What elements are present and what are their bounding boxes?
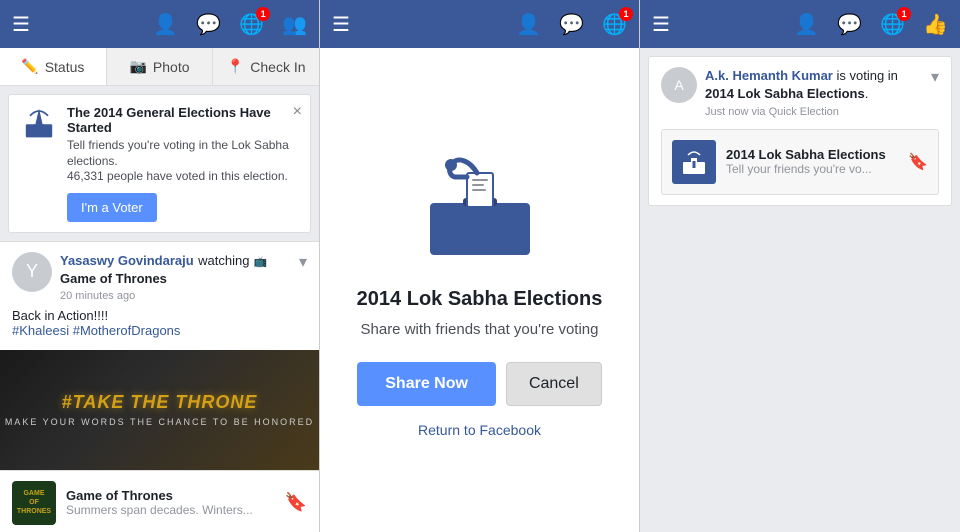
notif-time: Just now via Quick Election xyxy=(705,105,923,120)
hamburger-icon-center[interactable]: ☰ xyxy=(332,12,350,37)
bookmark-icon[interactable]: 🔖 xyxy=(285,492,307,513)
election-notif-title: 2014 Lok Sabha Elections xyxy=(726,147,886,162)
center-title: 2014 Lok Sabha Elections xyxy=(357,288,603,311)
action-bar: ✏️ Status 📷 Photo 📍 Check In xyxy=(0,48,319,86)
center-subtitle: Share with friends that you're voting xyxy=(361,321,599,338)
messenger-icon[interactable]: 💬 xyxy=(196,12,221,37)
notif-username[interactable]: A.k. Hemanth Kumar xyxy=(705,68,833,83)
people-icon[interactable]: 👥 xyxy=(282,12,307,37)
center-content: 2014 Lok Sabha Elections Share with frie… xyxy=(320,48,639,532)
checkin-label: Check In xyxy=(250,59,305,75)
got-thumb-text: GAMEOFTHRONES xyxy=(17,489,51,516)
right-panel: ☰ 👤 💬 🌐 1 👍 A A.k. Hemanth Kumar is voti… xyxy=(640,0,960,532)
globe-icon-c[interactable]: 🌐 1 xyxy=(602,12,627,37)
checkin-button[interactable]: 📍 Check In xyxy=(213,48,319,85)
nav-icons-right: 👤 💬 🌐 1 👥 xyxy=(153,12,307,37)
hamburger-icon-right[interactable]: ☰ xyxy=(652,12,670,37)
friends-icon[interactable]: 👤 xyxy=(153,12,178,37)
post-meta: Yasaswy Govindaraju watching 📺 Game of T… xyxy=(60,252,291,302)
edit-icon: ✏️ xyxy=(21,58,38,75)
nav-icons-center: 👤 💬 🌐 1 xyxy=(516,12,627,37)
voter-button[interactable]: I'm a Voter xyxy=(67,193,157,222)
got-card-desc: Summers span decades. Winters... xyxy=(66,503,253,517)
share-now-button[interactable]: Share Now xyxy=(357,362,496,406)
camera-icon: 📷 xyxy=(129,58,146,75)
post-body-line2: #Khaleesi #MotherofDragons xyxy=(12,323,307,338)
notif-header: A A.k. Hemanth Kumar is voting in 2014 L… xyxy=(661,67,939,121)
got-image: #TAKE THE THRONE MAKE YOUR WORDS THE CHA… xyxy=(0,350,319,470)
cancel-button[interactable]: Cancel xyxy=(506,362,602,406)
friends-icon-r[interactable]: 👤 xyxy=(794,12,819,37)
left-panel: ☰ 👤 💬 🌐 1 👥 ✏️ Status 📷 Photo 📍 Check In xyxy=(0,0,320,532)
notif-text: A.k. Hemanth Kumar is voting in 2014 Lok… xyxy=(705,67,923,121)
post-time: 20 minutes ago xyxy=(60,290,291,302)
notif-bookmark-icon[interactable]: 🔖 xyxy=(908,152,928,172)
hamburger-icon[interactable]: ☰ xyxy=(12,12,30,37)
election-notif-desc: Tell your friends you're vo... xyxy=(726,162,886,176)
post-card: Y Yasaswy Govindaraju watching 📺 Game of… xyxy=(0,241,319,532)
hashtag2[interactable]: #MotherofDragons xyxy=(73,323,181,338)
globe-badge: 1 xyxy=(256,7,270,21)
globe-badge-r: 1 xyxy=(897,7,911,21)
globe-icon[interactable]: 🌐 1 xyxy=(239,12,264,37)
status-label: Status xyxy=(45,59,85,75)
election-banner-title: The 2014 General Elections Have Started xyxy=(67,105,298,135)
got-thumbnail: GAMEOFTHRONES xyxy=(12,481,56,525)
messenger-icon-c[interactable]: 💬 xyxy=(559,12,584,37)
photo-button[interactable]: 📷 Photo xyxy=(107,48,214,85)
globe-icon-r[interactable]: 🌐 1 xyxy=(880,12,905,37)
notif-avatar: A xyxy=(661,67,697,103)
messenger-icon-r[interactable]: 💬 xyxy=(837,12,862,37)
nav-icons-right2: 👤 💬 🌐 1 👍 xyxy=(794,12,948,37)
post-watching-text: watching xyxy=(198,253,249,268)
election-banner: The 2014 General Elections Have Started … xyxy=(8,94,311,233)
election-notif-text: 2014 Lok Sabha Elections Tell your frien… xyxy=(726,147,886,176)
checkin-icon: 📍 xyxy=(227,58,244,75)
top-nav-center: ☰ 👤 💬 🌐 1 xyxy=(320,0,639,48)
election-banner-body: Tell friends you're voting in the Lok Sa… xyxy=(67,138,298,169)
close-icon[interactable]: × xyxy=(293,103,302,121)
election-notif-card: 2014 Lok Sabha Elections Tell your frien… xyxy=(661,129,939,195)
got-card: GAMEOFTHRONES Game of Thrones Summers sp… xyxy=(0,470,319,532)
got-image-text: #TAKE THE THRONE xyxy=(5,392,314,413)
election-banner-text: The 2014 General Elections Have Started … xyxy=(67,105,298,222)
post-show-name[interactable]: Game of Thrones xyxy=(60,271,167,286)
notif-period: . xyxy=(865,86,869,101)
globe-badge-c: 1 xyxy=(619,7,633,21)
status-button[interactable]: ✏️ Status xyxy=(0,48,107,85)
notif-bold-text: 2014 Lok Sabha Elections xyxy=(705,86,865,101)
return-link[interactable]: Return to Facebook xyxy=(418,422,541,438)
top-nav-left: ☰ 👤 💬 🌐 1 👥 xyxy=(0,0,319,48)
top-nav-right: ☰ 👤 💬 🌐 1 👍 xyxy=(640,0,960,48)
photo-label: Photo xyxy=(153,59,190,75)
post-body: Back in Action!!!! #Khaleesi #MotherofDr… xyxy=(0,308,319,344)
got-image-sub: MAKE YOUR WORDS THE CHANCE TO BE HONORED xyxy=(5,417,314,427)
thumbsup-icon[interactable]: 👍 xyxy=(923,12,948,37)
notification-card: A A.k. Hemanth Kumar is voting in 2014 L… xyxy=(648,56,952,206)
got-card-title[interactable]: Game of Thrones xyxy=(66,488,253,503)
notif-action-text: is voting in xyxy=(833,68,898,83)
watch-icon: 📺 xyxy=(254,256,268,268)
center-buttons: Share Now Cancel xyxy=(357,362,602,406)
got-card-text: Game of Thrones Summers span decades. Wi… xyxy=(66,488,253,517)
election-banner-icon xyxy=(21,105,57,141)
post-username[interactable]: Yasaswy Govindaraju xyxy=(60,253,194,268)
post-body-line1: Back in Action!!!! xyxy=(12,308,307,323)
election-notif-thumb xyxy=(672,140,716,184)
hashtag1[interactable]: #Khaleesi xyxy=(12,323,69,338)
post-header: Y Yasaswy Govindaraju watching 📺 Game of… xyxy=(0,242,319,308)
post-options-chevron[interactable]: ▾ xyxy=(299,252,307,272)
notif-chevron[interactable]: ▾ xyxy=(931,67,939,87)
center-panel: ☰ 👤 💬 🌐 1 xyxy=(320,0,640,532)
election-banner-count: 46,331 people have voted in this electio… xyxy=(67,169,298,185)
avatar: Y xyxy=(12,252,52,292)
vote-icon-wrap xyxy=(415,143,545,268)
friends-icon-c[interactable]: 👤 xyxy=(516,12,541,37)
